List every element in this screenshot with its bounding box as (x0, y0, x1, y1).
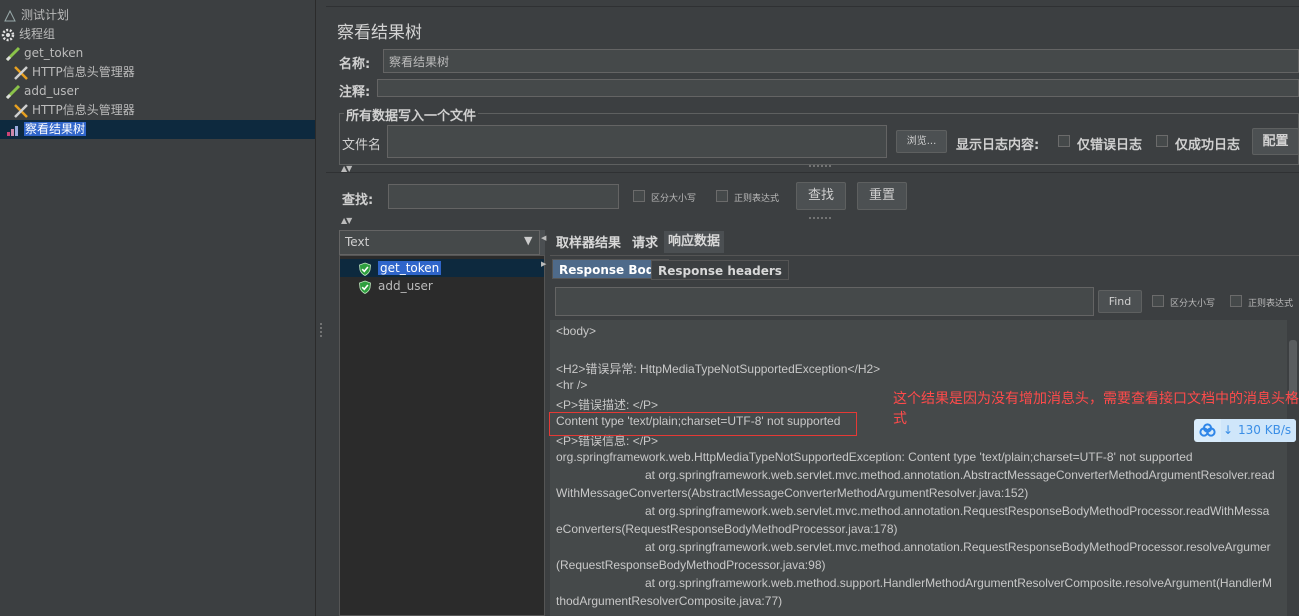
response-line: eConverters(RequestResponseBodyMethodPro… (556, 522, 898, 536)
search-label: 查找: (342, 193, 374, 208)
comment-field[interactable] (377, 79, 1299, 97)
renderer-select[interactable]: Text ▼ (339, 230, 540, 255)
tree-item-label: 察看结果树 (24, 122, 87, 136)
download-speed-badge[interactable]: ↓ 130 KB/s (1194, 419, 1296, 442)
log-display-label: 显示日志内容: (956, 138, 1040, 153)
test-plan-tree: 测试计划 线程组 get_token HTTP信息头管理器 add_user H… (0, 0, 315, 616)
case-sensitive-checkbox[interactable] (633, 190, 645, 202)
response-line: at org.springframework.web.method.suppor… (645, 576, 1272, 590)
browse-button[interactable]: 浏览... (896, 130, 947, 153)
success-only-label: 仅成功日志 (1175, 138, 1241, 153)
reset-button[interactable]: 重置 (857, 182, 907, 210)
collapse-arrows-2[interactable]: ▲▼ (341, 216, 352, 225)
chevron-down-icon: ▼ (524, 234, 533, 247)
split-handle[interactable] (808, 164, 832, 168)
tree-item-header-manager-2[interactable]: HTTP信息头管理器 (13, 101, 135, 120)
case-sensitive-label: 区分大小写 (651, 194, 697, 204)
response-line: org.springframework.web.HttpMediaTypeNot… (556, 450, 1193, 464)
response-line: at org.springframework.web.servlet.mvc.m… (645, 504, 1270, 518)
highlight-box (549, 412, 857, 436)
expand-arrow-2[interactable]: ▶ (541, 260, 546, 268)
tree-item-label: 线程组 (19, 27, 56, 41)
results-tree-icon (5, 122, 21, 138)
comment-label: 注释: (339, 85, 371, 100)
regex-label: 正则表达式 (734, 194, 780, 204)
errors-only-checkbox[interactable] (1058, 135, 1070, 147)
find-button[interactable]: 查找 (796, 182, 846, 210)
tree-item-label: 测试计划 (21, 8, 70, 22)
success-shield-icon (358, 262, 372, 276)
http-sampler-icon (5, 46, 21, 62)
tree-item-label: HTTP信息头管理器 (32, 65, 135, 79)
gear-icon (0, 27, 16, 43)
tools-icon (13, 65, 29, 81)
result-label: add_user (378, 279, 433, 293)
response-line: <H2>错误异常: HttpMediaTypeNotSupportedExcep… (556, 362, 881, 376)
tree-item-test-plan[interactable]: 测试计划 (2, 6, 69, 25)
test-plan-icon (2, 8, 18, 24)
tree-item-add-user[interactable]: add_user (5, 82, 79, 101)
body-search-input[interactable] (555, 287, 1094, 316)
body-regex-label: 正则表达式 (1248, 299, 1294, 309)
configure-button[interactable]: 配置 (1252, 128, 1299, 155)
success-only-checkbox[interactable] (1156, 135, 1168, 147)
response-scrollbar[interactable] (1289, 320, 1299, 616)
result-label: get_token (378, 261, 442, 275)
file-group-title: 所有数据写入一个文件 (344, 105, 479, 124)
filename-label: 文件名 (342, 138, 382, 153)
panel-splitter[interactable] (315, 0, 326, 616)
renderer-value: Text (345, 235, 370, 249)
tree-item-label: add_user (24, 84, 79, 98)
filename-field[interactable] (387, 125, 887, 158)
response-line: WithMessageConverters(AbstractMessageCon… (556, 486, 1029, 500)
list-item[interactable]: get_token (340, 259, 544, 277)
tree-item-get-token[interactable]: get_token (5, 44, 83, 63)
response-line: thodArgumentResolverComposite.java:77) (556, 594, 783, 608)
response-line: <hr /> (556, 378, 588, 392)
body-regex-checkbox[interactable] (1230, 295, 1242, 307)
name-field[interactable]: 察看结果树 (383, 49, 1299, 73)
tab-request[interactable]: 请求 (628, 233, 663, 255)
split-handle-2[interactable] (808, 216, 832, 220)
tab-response-data[interactable]: 响应数据 (664, 231, 725, 253)
response-line: <P>错误描述: </P> (556, 398, 659, 412)
speed-text-wrap: ↓ 130 KB/s (1221, 419, 1296, 442)
arrow-down-icon: ↓ (1223, 423, 1234, 437)
expand-arrow[interactable]: ◀ (541, 234, 546, 242)
tools-icon (13, 103, 29, 119)
speed-value: 130 KB/s (1238, 423, 1292, 437)
tree-item-label: HTTP信息头管理器 (32, 103, 135, 117)
tab-sampler-result[interactable]: 取样器结果 (552, 233, 626, 255)
search-input[interactable] (388, 184, 619, 209)
body-case-label: 区分大小写 (1170, 299, 1216, 309)
response-body-text[interactable]: <body> <H2>错误异常: HttpMediaTypeNotSupport… (550, 320, 1287, 616)
tab-response-headers[interactable]: Response headers (651, 260, 789, 280)
body-case-checkbox[interactable] (1152, 295, 1164, 307)
errors-only-label: 仅错误日志 (1077, 138, 1143, 153)
success-shield-icon (358, 280, 372, 294)
response-line: (RequestResponseBodyMethodProcessor.java… (556, 558, 826, 572)
page-title: 察看结果树 (337, 23, 422, 43)
http-sampler-icon (5, 84, 21, 100)
body-find-button[interactable]: Find (1098, 290, 1142, 313)
result-list: get_token add_user (339, 255, 545, 616)
name-label: 名称: (339, 57, 371, 72)
tree-item-header-manager-1[interactable]: HTTP信息头管理器 (13, 63, 135, 82)
tree-item-label: get_token (24, 46, 84, 60)
list-item[interactable]: add_user (358, 277, 433, 295)
tree-item-thread-group[interactable]: 线程组 (0, 25, 55, 44)
regex-checkbox[interactable] (716, 190, 728, 202)
response-line: at org.springframework.web.servlet.mvc.m… (645, 468, 1275, 482)
tree-item-results-tree[interactable]: 察看结果树 (0, 120, 315, 139)
cloud-icon (1199, 423, 1216, 439)
response-line: at org.springframework.web.servlet.mvc.m… (645, 540, 1271, 554)
response-line: <body> (556, 324, 597, 338)
